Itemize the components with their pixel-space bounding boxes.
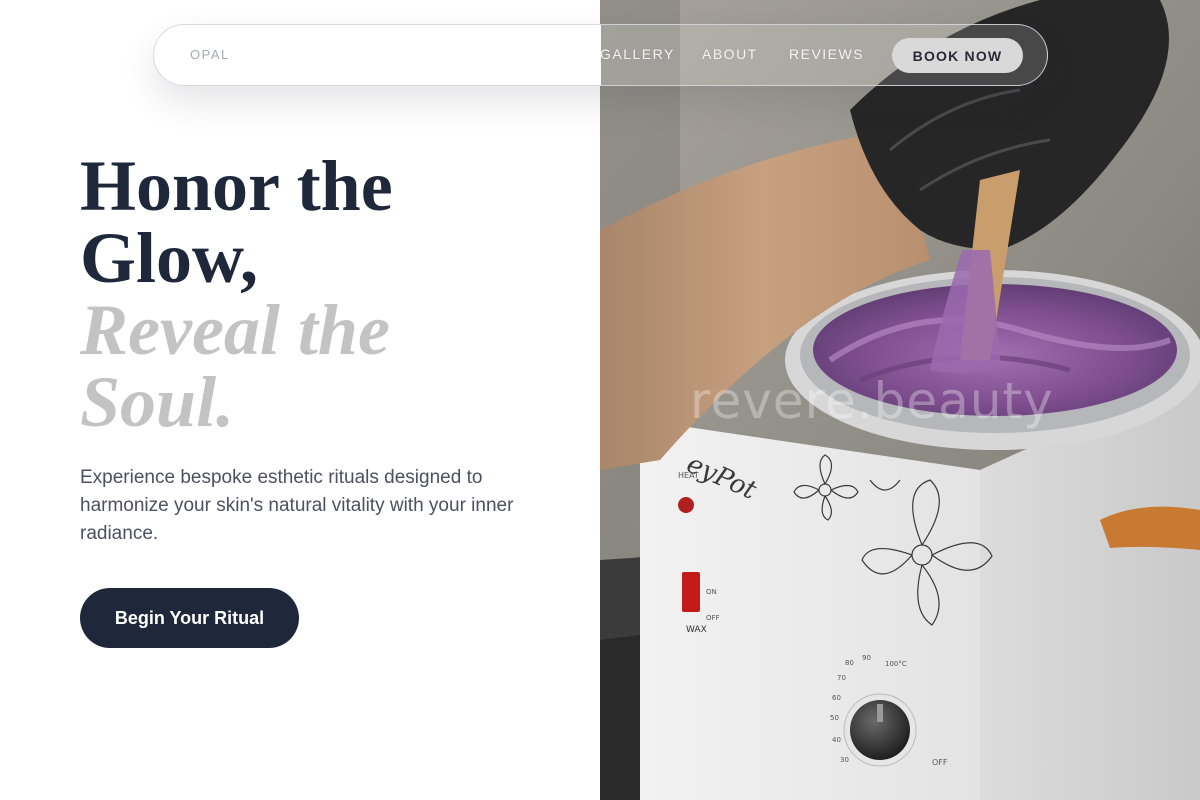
dial-tick-70: 70 — [837, 674, 846, 682]
hero-headline: Honor the Glow, Reveal the Soul. — [80, 150, 393, 438]
dial-tick-40: 40 — [832, 736, 841, 744]
begin-ritual-button[interactable]: Begin Your Ritual — [80, 588, 299, 648]
watermark: revere.beauty — [690, 372, 1054, 430]
logo[interactable]: OPAL — [190, 47, 230, 62]
dial-off-label: OFF — [932, 758, 948, 767]
dial-tick-100: 100°C — [885, 660, 907, 668]
headline-line-2: Glow, — [80, 218, 259, 298]
headline-italic-line-2: Soul. — [80, 362, 235, 442]
dial-tick-30: 30 — [840, 756, 849, 764]
switch-off-label: OFF — [706, 614, 720, 622]
dial-tick-80: 80 — [845, 659, 854, 667]
device-wax-label: WAX — [686, 625, 707, 635]
heat-indicator-light — [678, 497, 694, 513]
nav-link-reviews[interactable]: REVIEWS — [789, 46, 864, 62]
temperature-dial — [843, 693, 917, 767]
headline-line-1: Honor the — [80, 146, 393, 226]
page: eyPot HEAT ON OFF WAX 80 90 100°C 70 60 … — [0, 0, 1200, 800]
top-nav: OPAL GALLERY ABOUT REVIEWS BOOK NOW — [153, 24, 1048, 86]
dial-tick-90: 90 — [862, 654, 871, 662]
nav-link-gallery[interactable]: GALLERY — [600, 46, 675, 62]
hero-description: Experience bespoke esthetic rituals desi… — [80, 467, 514, 544]
switch-on-label: ON — [706, 588, 717, 596]
dial-tick-60: 60 — [832, 694, 841, 702]
power-switch — [682, 572, 700, 612]
nav-link-about[interactable]: ABOUT — [702, 46, 758, 62]
hero-image: eyPot HEAT ON OFF WAX 80 90 100°C 70 60 … — [600, 0, 1200, 800]
device-heat-label: HEAT — [678, 471, 699, 480]
headline-italic-line-1: Reveal the — [80, 290, 390, 370]
book-now-button[interactable]: BOOK NOW — [892, 38, 1023, 73]
dial-tick-50: 50 — [830, 714, 839, 722]
